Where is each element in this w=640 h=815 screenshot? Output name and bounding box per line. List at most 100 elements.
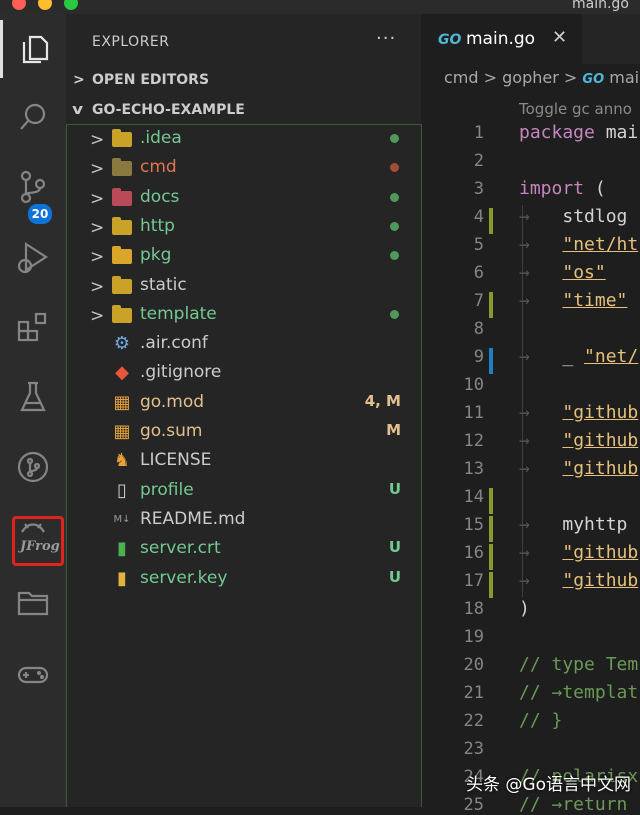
breadcrumb-item[interactable]: gopher: [502, 68, 559, 87]
code-token: import: [519, 178, 585, 199]
folder-icon: [112, 187, 132, 208]
file-item-server-crt[interactable]: ▮ server.crt U: [66, 534, 421, 563]
file-item-gitignore[interactable]: ◆ .gitignore: [66, 358, 421, 387]
code-token: →: [519, 570, 563, 591]
gutter-change-marker[interactable]: [489, 348, 493, 374]
code-line: import (: [519, 178, 606, 199]
git-graph-icon[interactable]: [0, 438, 66, 496]
line-number: 25: [463, 795, 484, 815]
code-token: →: [519, 262, 563, 283]
folder-icon: [112, 246, 132, 266]
file-item-server-key[interactable]: ▮ server.key U: [66, 564, 421, 593]
line-number: 13: [463, 459, 484, 479]
code-token: →: [519, 514, 563, 535]
gutter-change-marker[interactable]: [489, 208, 493, 234]
code-token: →: [519, 430, 563, 451]
open-editors-section[interactable]: > OPEN EDITORS: [66, 68, 421, 94]
remote-explorer-icon[interactable]: [0, 574, 66, 632]
project-section[interactable]: v GO-ECHO-EXAMPLE: [66, 98, 421, 124]
code-line: → "github: [519, 458, 638, 479]
gutter-change-marker[interactable]: [489, 516, 493, 542]
file-item-static[interactable]: > static: [66, 271, 421, 300]
file-item-air-conf[interactable]: ⚙ .air.conf: [66, 329, 421, 358]
code-token: →: [519, 206, 563, 227]
file-item-profile[interactable]: ▯ profile U: [66, 476, 421, 505]
close-icon[interactable]: ✕: [552, 27, 567, 48]
code-token: ): [519, 598, 530, 619]
extensions-icon[interactable]: [0, 298, 66, 356]
file-name: go.mod: [140, 391, 205, 412]
file-name: docs: [140, 186, 180, 207]
code-line: // }: [519, 710, 562, 731]
file-name: template: [140, 303, 217, 324]
minimize-window-button[interactable]: [38, 0, 52, 10]
chevron-down-icon: v: [72, 102, 84, 118]
code-token: "github: [562, 402, 639, 423]
file-item-pkg[interactable]: > pkg: [66, 241, 421, 270]
explorer-icon[interactable]: [0, 20, 66, 78]
testing-icon[interactable]: [0, 368, 66, 426]
gutter-change-marker[interactable]: [489, 488, 493, 514]
gutter-change-marker[interactable]: [489, 572, 493, 598]
file-name: server.crt: [140, 538, 221, 559]
line-number: 11: [463, 403, 484, 423]
file-name: pkg: [140, 245, 172, 266]
file-item-license[interactable]: ♞ LICENSE: [66, 446, 421, 475]
file-item-go-sum[interactable]: ▦ go.sum M: [66, 417, 421, 446]
breadcrumb-item[interactable]: mai: [609, 68, 639, 87]
line-number: 16: [463, 543, 484, 563]
code-line: → _ "net/: [519, 346, 638, 367]
gear-icon: ⚙: [113, 333, 131, 355]
go-file-icon: GO: [438, 32, 462, 48]
more-actions-button[interactable]: ···: [376, 28, 396, 49]
explorer-title: EXPLORER: [92, 34, 170, 50]
window-title: main.go: [572, 0, 629, 12]
run-debug-icon[interactable]: [0, 228, 66, 286]
file-name: go.sum: [140, 421, 203, 441]
gutter-change-marker[interactable]: [489, 292, 493, 318]
code-token: (: [584, 178, 606, 199]
git-status-badge: 4, M: [364, 391, 401, 410]
folder-icon: [112, 275, 132, 296]
section-label: OPEN EDITORS: [92, 72, 210, 88]
file-item-template[interactable]: > template: [66, 300, 421, 329]
zoom-window-button[interactable]: [64, 0, 78, 10]
search-icon[interactable]: [0, 88, 66, 146]
gutter-change-marker[interactable]: [489, 544, 493, 570]
file-name: profile: [140, 479, 194, 500]
file-item-http[interactable]: > http: [66, 212, 421, 241]
file-item-readme-md[interactable]: M↓ README.md: [66, 505, 421, 534]
file-item-go-mod[interactable]: ▦ go.mod 4, M: [66, 388, 421, 417]
code-token: // →templat: [519, 682, 639, 703]
code-token: _: [562, 346, 585, 367]
file-item-cmd[interactable]: > cmd: [66, 153, 421, 182]
breadcrumb-item[interactable]: cmd: [444, 68, 479, 87]
line-number: 4: [473, 207, 484, 227]
go-mod-icon: ▦: [113, 391, 131, 413]
code-line: → "net/ht: [519, 234, 638, 255]
folder-icon: [112, 158, 132, 178]
line-number: 15: [463, 515, 484, 535]
code-token: →: [519, 542, 563, 563]
tab-main-go[interactable]: GO main.go ✕: [422, 14, 582, 65]
file-item-docs[interactable]: > docs: [66, 183, 421, 212]
go-sum-icon: ▦: [113, 421, 131, 442]
file-name: .gitignore: [140, 362, 222, 383]
file-name: server.key: [140, 567, 228, 588]
chevron-right-icon: >: [90, 276, 105, 297]
file-name: http: [140, 215, 175, 236]
code-line: // →return: [519, 794, 627, 815]
code-line: ): [519, 598, 530, 619]
breadcrumb-separator: >: [563, 68, 578, 87]
folder-icon: [112, 129, 132, 149]
code-token: "net/ht: [562, 234, 639, 255]
gamepad-icon[interactable]: [0, 646, 66, 704]
git-status-dot: [390, 221, 399, 231]
codelens-toggle-gc[interactable]: Toggle gc anno: [519, 100, 632, 118]
line-number: 8: [473, 319, 484, 339]
file-item-idea[interactable]: > .idea: [66, 124, 421, 153]
close-window-button[interactable]: [12, 0, 26, 10]
code-token: stdlog: [562, 206, 628, 227]
code-line: → "os": [519, 262, 606, 283]
code-token: →: [519, 234, 563, 255]
